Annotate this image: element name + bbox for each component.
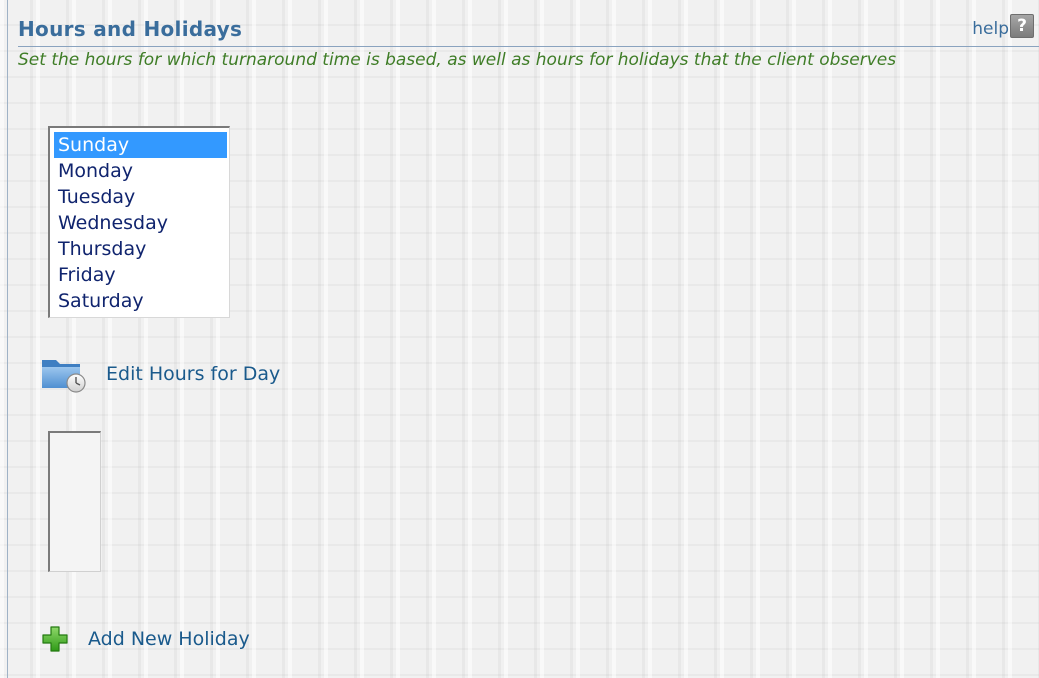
- section-description: Set the hours for which turnaround time …: [18, 50, 897, 70]
- panel-left-border: [7, 0, 8, 678]
- folder-clock-icon[interactable]: [40, 352, 90, 394]
- edit-hours-button[interactable]: Edit Hours for Day: [40, 352, 280, 394]
- green-plus-icon[interactable]: [40, 624, 70, 654]
- day-option-sunday[interactable]: Sunday: [54, 132, 227, 158]
- add-holiday-label[interactable]: Add New Holiday: [88, 628, 250, 650]
- add-holiday-button[interactable]: Add New Holiday: [40, 624, 250, 654]
- day-option-saturday[interactable]: Saturday: [54, 288, 227, 314]
- day-option-thursday[interactable]: Thursday: [54, 236, 227, 262]
- day-option-friday[interactable]: Friday: [54, 262, 227, 288]
- holiday-listbox[interactable]: [48, 431, 101, 572]
- help-link[interactable]: help: [972, 19, 1009, 39]
- day-option-monday[interactable]: Monday: [54, 158, 227, 184]
- section-header: Hours and Holidays help ?: [18, 12, 1039, 47]
- edit-hours-label[interactable]: Edit Hours for Day: [106, 363, 280, 385]
- page-title: Hours and Holidays: [18, 17, 243, 41]
- help-icon[interactable]: ?: [1010, 14, 1034, 38]
- day-option-tuesday[interactable]: Tuesday: [54, 184, 227, 210]
- day-of-week-listbox[interactable]: Sunday Monday Tuesday Wednesday Thursday…: [48, 126, 230, 318]
- day-option-wednesday[interactable]: Wednesday: [54, 210, 227, 236]
